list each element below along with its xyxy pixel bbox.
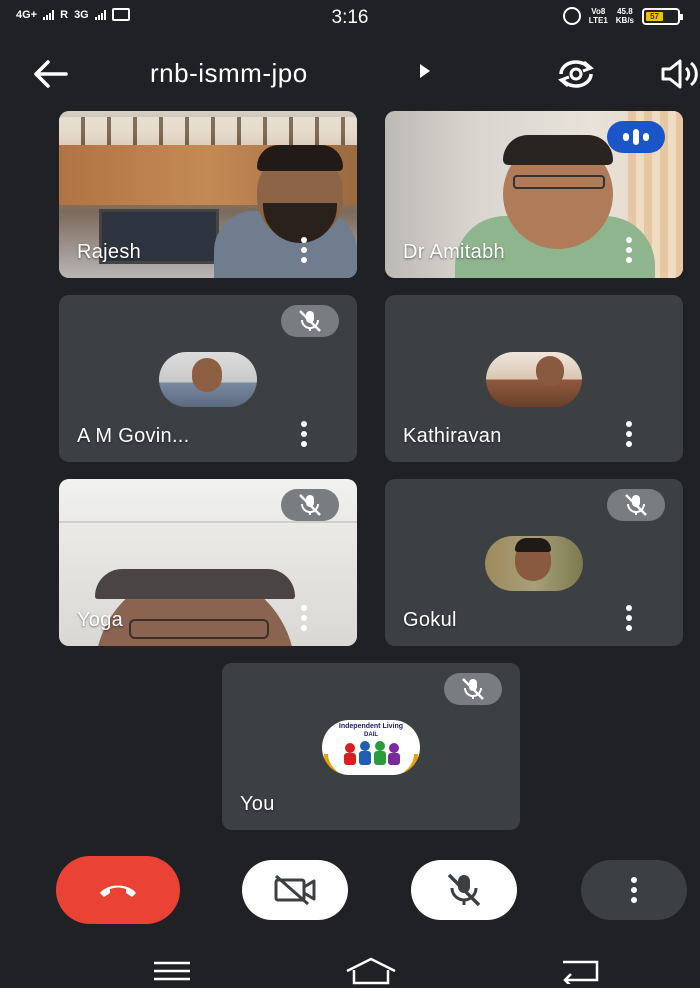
recent-apps-icon[interactable]: [152, 959, 192, 983]
person-glasses: [129, 619, 269, 639]
participant-tile-yoga[interactable]: Yoga: [59, 479, 357, 646]
avatar: [159, 352, 257, 407]
person-hair: [257, 145, 343, 171]
shelf-frames: [59, 117, 357, 147]
meeting-info-chevron-icon[interactable]: [420, 64, 430, 78]
more-options-icon[interactable]: [623, 605, 635, 631]
switch-camera-icon[interactable]: [553, 56, 599, 92]
ceiling-line: [59, 521, 357, 523]
avatar-logo: Independent Living DAIL: [322, 720, 420, 775]
more-options-button[interactable]: [581, 860, 687, 920]
avatar-hair: [515, 538, 551, 552]
mic-off-icon: [281, 305, 339, 337]
back-arrow-icon[interactable]: [30, 56, 70, 92]
participant-name: Dr Amitabh: [403, 241, 505, 263]
participant-name: Kathiravan: [403, 425, 502, 447]
meeting-code[interactable]: rnb-ismm-jpo: [150, 58, 308, 89]
person-glasses: [513, 175, 605, 189]
speed-unit: KB/s: [615, 16, 634, 25]
logo-people-icon: [324, 741, 418, 775]
status-right: Vo8 LTE1 45.8 KB/s 57: [562, 7, 683, 25]
participant-name: Yoga: [77, 609, 124, 631]
more-options-icon[interactable]: [298, 237, 310, 263]
battery-icon: 57: [642, 7, 683, 25]
more-options-icon[interactable]: [623, 237, 635, 263]
participant-tile-dr-amitabh[interactable]: Dr Amitabh: [385, 111, 683, 278]
mic-off-icon: [281, 489, 339, 521]
participant-name: You: [240, 793, 275, 815]
mic-off-icon: [607, 489, 665, 521]
alarm-icon: [562, 7, 581, 25]
status-bar: 4G+ R 3G 3:16 Vo8 LTE1 45.8 KB/s 57: [0, 0, 700, 36]
participant-name: Rajesh: [77, 241, 142, 263]
speaker-icon[interactable]: [660, 58, 700, 90]
person-hair: [503, 135, 613, 165]
mic-off-icon: [447, 873, 481, 907]
participant-tile-gokul[interactable]: Gokul: [385, 479, 683, 646]
participant-tile-you[interactable]: Independent Living DAIL You: [222, 663, 520, 830]
camera-toggle-button[interactable]: [242, 860, 348, 920]
participant-tile-a-m-govin[interactable]: A M Govin...: [59, 295, 357, 462]
end-call-icon: [100, 885, 136, 897]
end-call-button[interactable]: [56, 856, 180, 924]
participant-tile-rajesh[interactable]: Rajesh: [59, 111, 357, 278]
home-icon[interactable]: [344, 957, 398, 985]
more-options-icon[interactable]: [298, 605, 310, 631]
participant-name: A M Govin...: [77, 425, 190, 447]
back-nav-icon[interactable]: [561, 958, 601, 984]
speaking-indicator-icon: [607, 121, 665, 153]
more-options-icon[interactable]: [298, 421, 310, 447]
avatar: [486, 352, 582, 407]
volte-label: Vo8 LTE1: [588, 7, 608, 25]
meeting-header: rnb-ismm-jpo: [0, 46, 700, 102]
more-options-icon[interactable]: [623, 421, 635, 447]
battery-level: 57: [646, 11, 664, 21]
speed-value: 45.8: [617, 7, 633, 16]
avatar-face: [536, 356, 564, 386]
person-hair: [95, 569, 295, 599]
more-vert-icon: [628, 877, 640, 903]
speed-indicator: 45.8 KB/s: [616, 7, 634, 25]
mic-toggle-button[interactable]: [411, 860, 517, 920]
participant-name: Gokul: [403, 609, 457, 631]
mic-off-icon: [444, 673, 502, 705]
avatar-face: [192, 358, 222, 392]
camera-off-icon: [274, 874, 316, 906]
avatar: [485, 536, 583, 591]
participant-tile-kathiravan[interactable]: Kathiravan: [385, 295, 683, 462]
system-nav-bar: [0, 945, 700, 988]
